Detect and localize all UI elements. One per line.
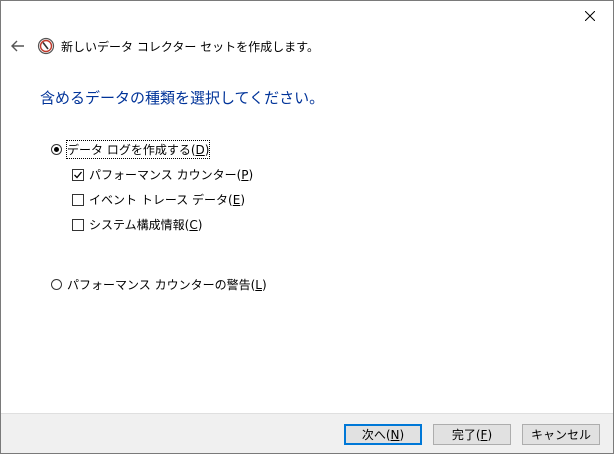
checkmark-icon <box>74 171 83 178</box>
checkbox-indicator[interactable] <box>72 193 84 206</box>
wizard-title: 新しいデータ コレクター セットを作成します。 <box>61 40 319 54</box>
radio-indicator[interactable] <box>51 279 62 290</box>
page-heading: 含めるデータの種類を選択してください。 <box>40 89 325 107</box>
wizard-footer: 次へ(N) 完了(F) キャンセル <box>1 413 613 453</box>
checkbox-event-trace-data[interactable]: イベント トレース データ(E) <box>72 191 245 208</box>
cancel-button[interactable]: キャンセル <box>522 424 600 445</box>
checkbox-indicator[interactable] <box>72 218 84 231</box>
back-arrow-icon <box>11 40 24 52</box>
wizard-header: 新しいデータ コレクター セットを作成します。 <box>1 31 613 61</box>
finish-button[interactable]: 完了(F) <box>433 424 511 445</box>
checkbox-system-config-label: システム構成情報(C) <box>89 218 203 232</box>
wizard-window: 新しいデータ コレクター セットを作成します。 含めるデータの種類を選択してくだ… <box>0 0 614 454</box>
back-button[interactable] <box>7 35 29 57</box>
radio-performance-counter-alert[interactable]: パフォーマンス カウンターの警告(L) <box>51 276 267 293</box>
checkbox-system-config[interactable]: システム構成情報(C) <box>72 216 202 233</box>
radio-create-data-log[interactable]: データ ログを作成する(D) <box>51 140 211 159</box>
radio-indicator[interactable] <box>51 144 62 155</box>
performance-monitor-icon <box>37 37 55 55</box>
close-icon <box>585 11 595 21</box>
radio-create-data-log-label: データ ログを作成する(D) <box>65 140 211 159</box>
close-button[interactable] <box>567 1 613 31</box>
next-button[interactable]: 次へ(N) <box>344 424 422 445</box>
checkbox-event-trace-data-label: イベント トレース データ(E) <box>89 193 245 207</box>
checkbox-indicator[interactable] <box>72 168 84 181</box>
checkbox-performance-counter[interactable]: パフォーマンス カウンター(P) <box>72 166 253 183</box>
checkbox-performance-counter-label: パフォーマンス カウンター(P) <box>89 168 254 182</box>
radio-performance-counter-alert-label: パフォーマンス カウンターの警告(L) <box>67 278 267 292</box>
